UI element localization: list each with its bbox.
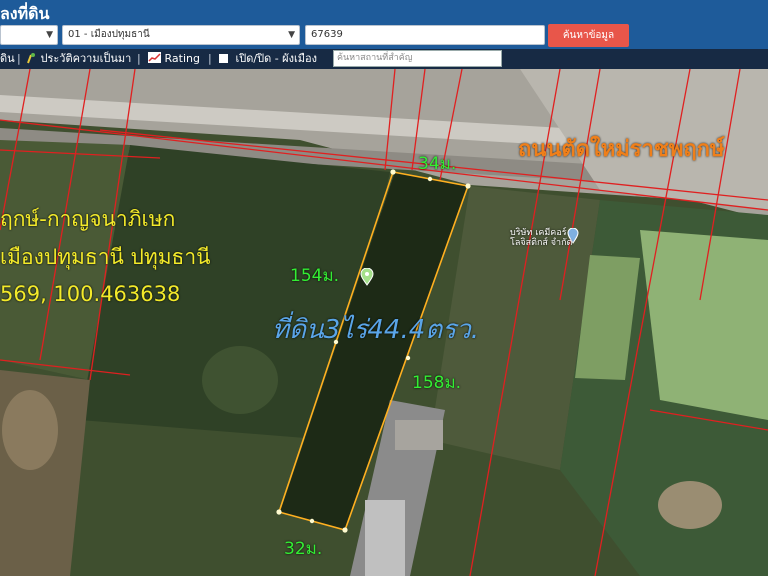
address-line-3: 569, 100.463638 [0,282,181,306]
search-button[interactable]: ค้นหาข้อมูล [548,24,629,47]
toolbar-separator: | [137,52,141,65]
checkbox-icon[interactable] [219,54,228,63]
district-value: 01 - เมืองปทุมธานี [68,29,150,40]
toolbar-separator: | [17,52,21,65]
page-title: ลงที่ดิน [0,4,50,23]
place-search-placeholder: ค้นหาสถานที่สำคัญ [337,53,413,63]
road-label: ถนนตัดใหม่ราชพฤกษ์ [518,137,725,162]
map-pin-icon [27,53,35,64]
dimension-top: 34ม. [418,154,457,174]
toolbar-item-rating[interactable]: Rating [148,49,200,69]
toolbar-flood-label: ประวัติความเป็นมา [40,52,132,65]
satellite-map[interactable]: บริษัท เคมีคอร์ โลจิสติกส์ จำกัด ถนนตัดใ… [0,69,768,576]
address-line-1: ฤกษ์-กาญจนาภิเษก [0,207,176,231]
toolbar-plan-label: เปิด/ปิด - ผังเมือง [235,52,318,65]
toolbar-separator: | [208,52,212,65]
toolbar-item-land[interactable]: ดิน [0,49,15,69]
toolbar-land-label: ดิน [0,52,15,65]
area-label: ที่ดิน3ไร่44.4ตรว. [272,315,479,345]
toolbar-rating-label: Rating [164,52,200,65]
header-bar: ลงที่ดิน ▼ 01 - เมืองปทุมธานี ▼ 67639 ค้… [0,0,768,49]
poi-line-1: บริษัท เคมีคอร์ [510,228,567,238]
place-search-input[interactable]: ค้นหาสถานที่สำคัญ [333,50,502,67]
dimension-right: 158ม. [412,373,462,393]
poi-label: บริษัท เคมีคอร์ โลจิสติกส์ จำกัด [510,228,572,248]
dimension-left: 154ม. [290,266,340,286]
map-pin-icon[interactable] [360,268,374,286]
dimension-bottom: 32ม. [284,539,323,559]
district-select[interactable]: 01 - เมืองปทุมธานี ▼ [62,25,300,45]
chevron-down-icon: ▼ [288,30,295,40]
address-line-2: เมืองปทุมธานี ปทุมธานี [0,245,211,269]
parcel-number-input[interactable]: 67639 [305,25,545,45]
chart-icon [148,52,161,63]
chevron-down-icon: ▼ [46,30,53,40]
toolbar-item-city-plan[interactable]: เปิด/ปิด - ผังเมือง [219,49,317,69]
toolbar-item-flood[interactable]: ประวัติความเป็นมา [26,49,131,69]
province-select[interactable]: ▼ [0,25,58,45]
toolbar: ดิน | ประวัติความเป็นมา | Rating | เปิด/… [0,49,768,69]
poi-line-2: โลจิสติกส์ จำกัด [510,238,573,248]
parcel-number-value: 67639 [311,29,343,40]
